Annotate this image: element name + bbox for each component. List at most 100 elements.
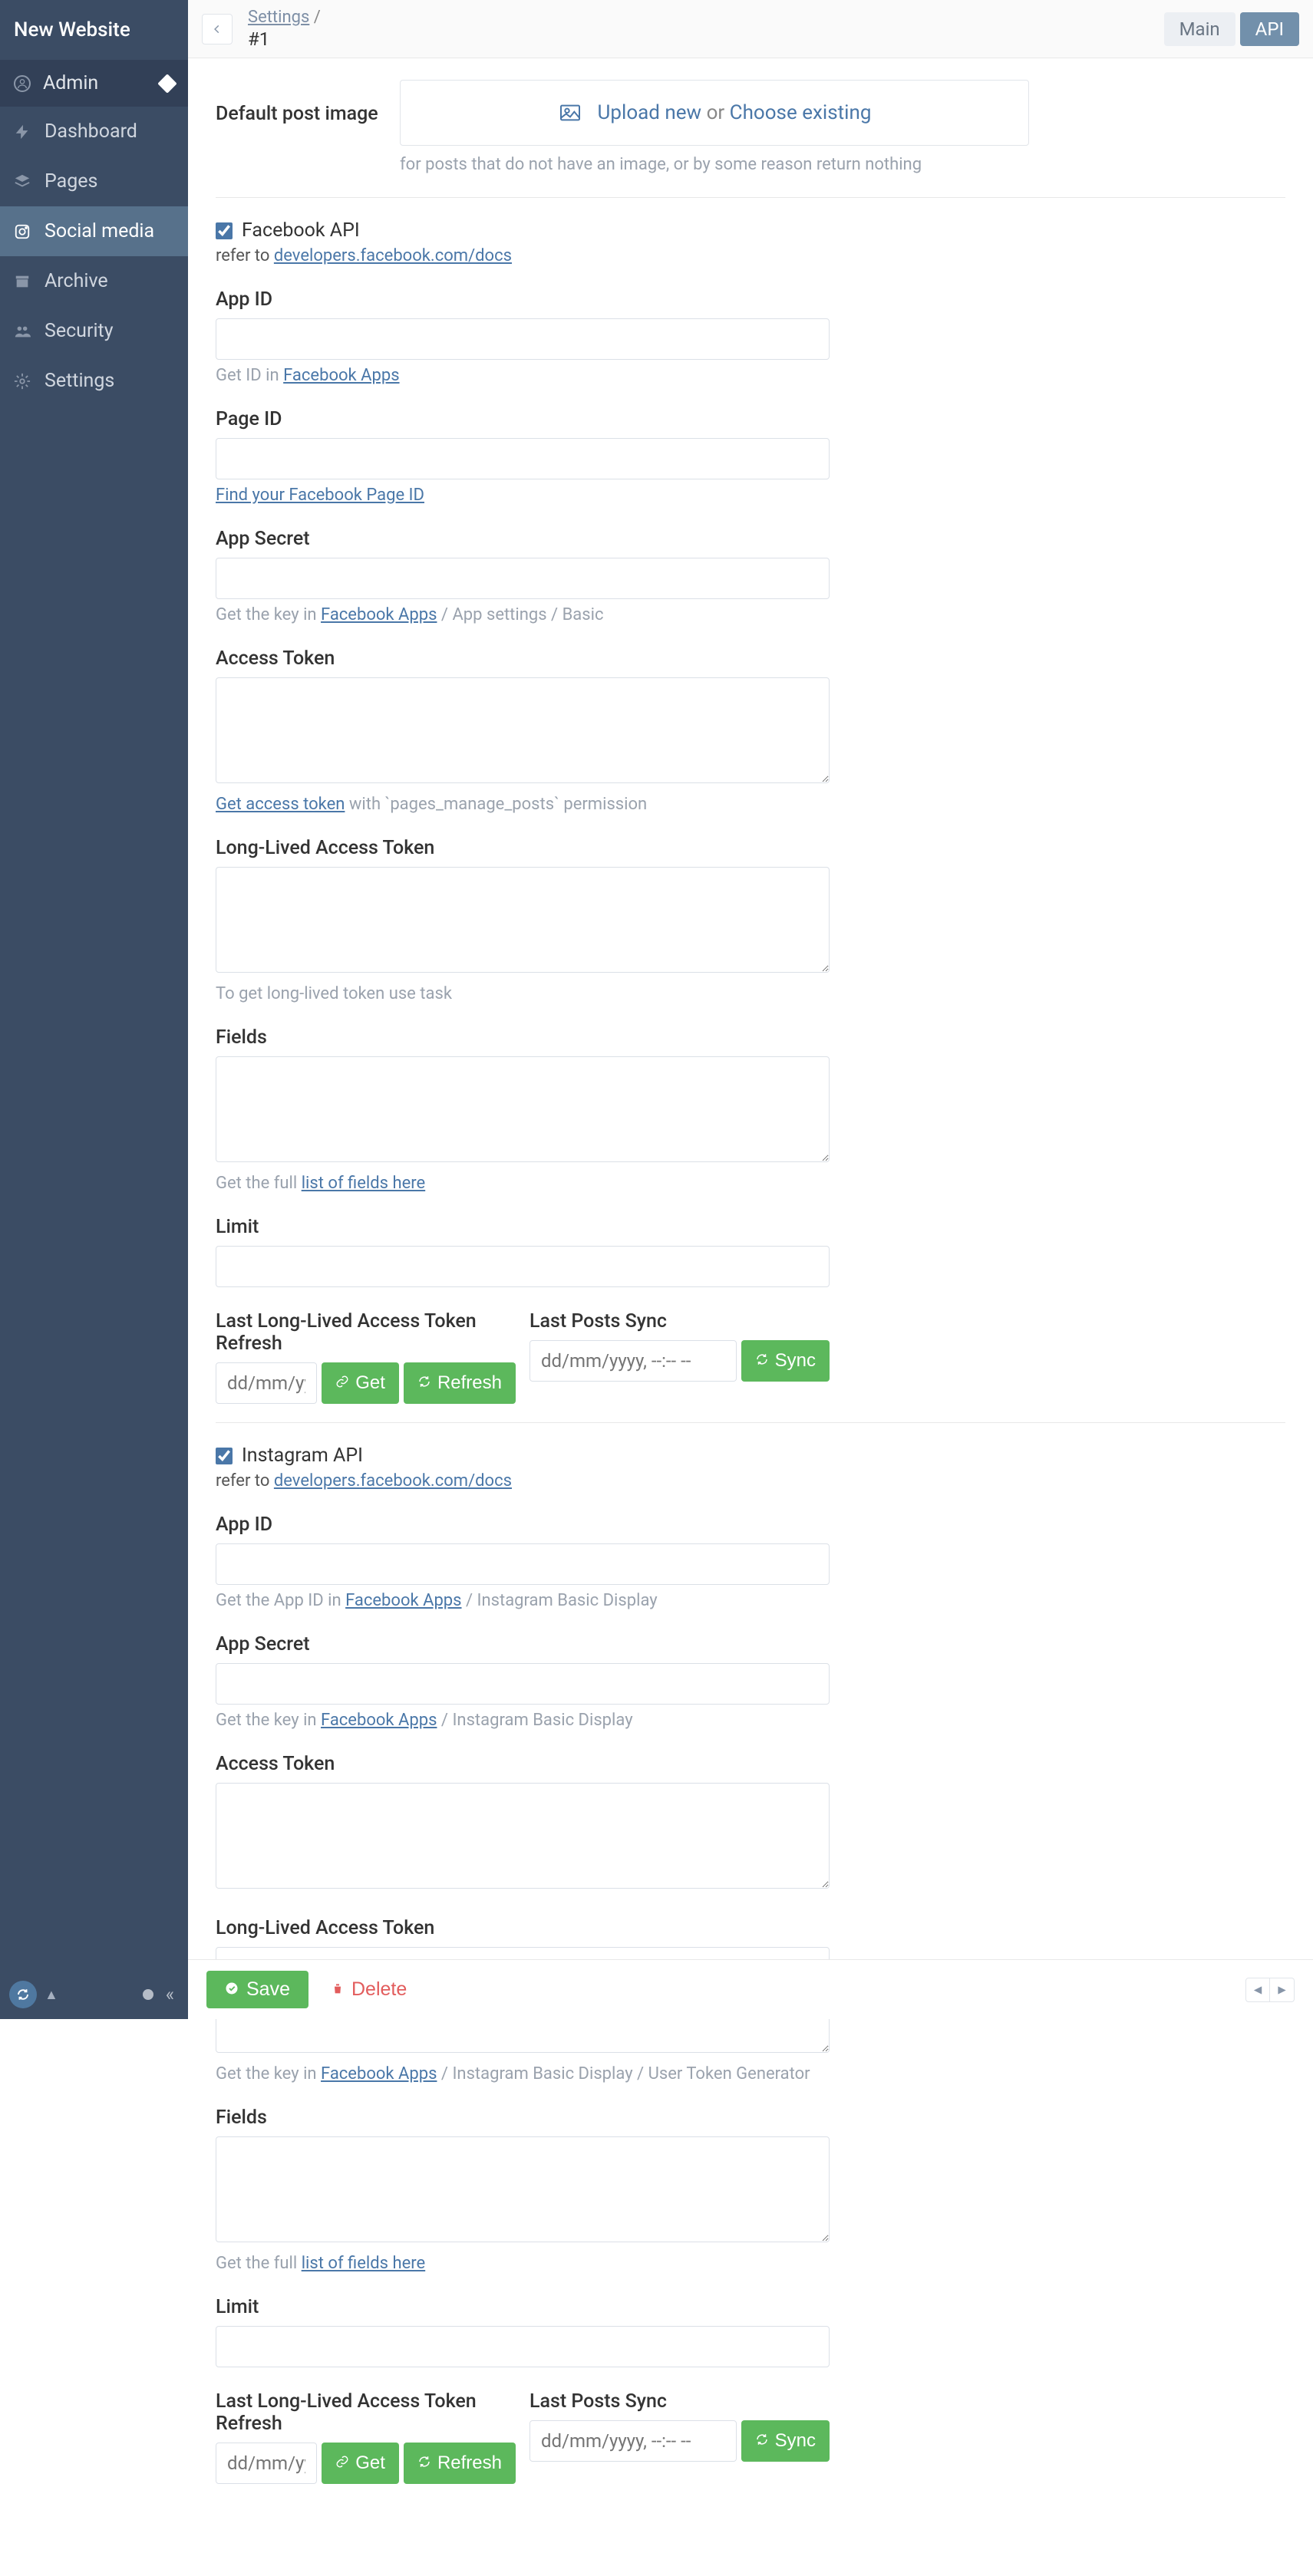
fb-posts-sync-input[interactable]	[529, 1340, 737, 1382]
ig-fields-input[interactable]	[216, 2136, 830, 2242]
refresh-icon	[417, 1372, 431, 1394]
topbar: Settings / #1 Main API	[188, 0, 1313, 58]
fb-app-id-input[interactable]	[216, 318, 830, 360]
user-diamond-icon	[157, 74, 176, 93]
user-icon	[14, 75, 31, 92]
instagram-api-checkbox[interactable]	[216, 1448, 233, 1464]
ig-token-refresh-input[interactable]	[216, 2443, 317, 2484]
ig-limit-input[interactable]	[216, 2326, 830, 2367]
ig-fb-apps-link[interactable]: Facebook Apps	[321, 1711, 437, 1730]
link-icon	[335, 2452, 349, 2474]
ig-refresh-button[interactable]: Refresh	[404, 2443, 516, 2484]
ig-access-token-input[interactable]	[216, 1783, 830, 1889]
fb-token-refresh-input[interactable]	[216, 1362, 317, 1404]
gear-icon	[14, 373, 31, 390]
ig-app-id-input[interactable]	[216, 1543, 830, 1585]
choose-existing-link[interactable]: Choose existing	[730, 101, 872, 124]
instagram-api-label[interactable]: Instagram API	[242, 1444, 363, 1467]
sidebar-item-label: Social media	[45, 220, 154, 242]
sidebar-item-settings[interactable]: Settings	[0, 356, 188, 406]
sidebar-item-label: Archive	[45, 270, 108, 292]
fb-limit-input[interactable]	[216, 1246, 830, 1287]
fb-limit-label: Limit	[216, 1216, 830, 1238]
facebook-api-checkbox[interactable]	[216, 222, 233, 239]
upload-new-link[interactable]: Upload new	[598, 101, 702, 124]
fb-refresh-button[interactable]: Refresh	[404, 1362, 516, 1404]
breadcrumb-current: #1	[248, 28, 321, 50]
tab-main[interactable]: Main	[1164, 12, 1235, 46]
status-dot-icon[interactable]	[143, 1989, 153, 2000]
people-icon	[14, 323, 31, 340]
image-icon	[558, 100, 582, 125]
default-post-image-hint: for posts that do not have an image, or …	[400, 155, 1029, 174]
caret-up-icon[interactable]: ▲	[45, 1987, 58, 2003]
fb-apps-link[interactable]: Facebook Apps	[283, 366, 399, 385]
fb-token-refresh-label: Last Long-Lived Access Token Refresh	[216, 1310, 516, 1355]
fb-app-secret-label: App Secret	[216, 528, 830, 550]
ig-get-button[interactable]: Get	[322, 2443, 399, 2484]
sidebar-item-social[interactable]: Social media	[0, 206, 188, 256]
sidebar-item-dashboard[interactable]: Dashboard	[0, 107, 188, 156]
fb-sync-row: Last Long-Lived Access Token Refresh Get…	[216, 1310, 830, 1404]
user-name: Admin	[43, 72, 160, 94]
fb-access-token-label: Access Token	[216, 647, 830, 670]
fb-long-token-label: Long-Lived Access Token	[216, 837, 830, 859]
fb-app-secret-input[interactable]	[216, 558, 830, 599]
breadcrumb-parent[interactable]: Settings	[248, 8, 309, 27]
divider	[216, 1422, 1285, 1423]
delete-button[interactable]: Delete	[316, 1971, 422, 2008]
ig-app-id-label: App ID	[216, 1514, 830, 1536]
ig-fields-link[interactable]: list of fields here	[302, 2254, 426, 2273]
fb-get-button[interactable]: Get	[322, 1362, 399, 1404]
pager-next-button[interactable]: ▶	[1270, 1978, 1295, 2002]
facebook-api-label[interactable]: Facebook API	[242, 219, 360, 242]
fb-access-token-input[interactable]	[216, 677, 830, 783]
fb-get-token-link[interactable]: Get access token	[216, 795, 345, 814]
fb-limit-group: Limit	[216, 1216, 830, 1287]
fb-fields-link[interactable]: list of fields here	[302, 1174, 426, 1193]
sidebar-item-label: Settings	[45, 370, 114, 392]
fb-fields-input[interactable]	[216, 1056, 830, 1162]
sync-icon	[755, 2430, 769, 2452]
ig-app-secret-label: App Secret	[216, 1633, 830, 1655]
ig-posts-sync-group: Last Posts Sync Sync	[529, 2390, 830, 2484]
facebook-docs-link[interactable]: developers.facebook.com/docs	[274, 246, 512, 265]
fb-long-token-hint: To get long-lived token use task	[216, 984, 830, 1003]
facebook-api-toggle-row: Facebook API	[216, 219, 1285, 242]
upload-or: or	[707, 101, 725, 124]
ig-app-secret-input[interactable]	[216, 1663, 830, 1705]
fb-apps-link[interactable]: Facebook Apps	[321, 605, 437, 624]
trash-icon	[332, 1978, 344, 2001]
tab-api[interactable]: API	[1240, 12, 1299, 46]
sidebar-item-archive[interactable]: Archive	[0, 256, 188, 306]
ig-access-token-group: Access Token	[216, 1753, 830, 1894]
fb-sync-button[interactable]: Sync	[741, 1340, 830, 1382]
ig-fb-apps-link[interactable]: Facebook Apps	[345, 1591, 461, 1610]
ig-sync-button[interactable]: Sync	[741, 2420, 830, 2462]
fb-access-token-group: Access Token Get access token with `page…	[216, 647, 830, 814]
ig-fields-group: Fields Get the full list of fields here	[216, 2107, 830, 2273]
sidebar: New Website Admin Dashboard Pages Social…	[0, 0, 188, 2019]
refresh-icon	[417, 2452, 431, 2474]
ig-long-token-label: Long-Lived Access Token	[216, 1917, 830, 1939]
fb-page-id-input[interactable]	[216, 438, 830, 479]
fb-long-token-input[interactable]	[216, 867, 830, 973]
bolt-icon	[14, 124, 31, 140]
back-button[interactable]	[202, 14, 233, 44]
save-button[interactable]: Save	[206, 1971, 308, 2008]
check-circle-icon	[225, 1978, 239, 2001]
fb-page-id-group: Page ID Find your Facebook Page ID	[216, 408, 830, 505]
sidebar-item-pages[interactable]: Pages	[0, 156, 188, 206]
sync-button[interactable]	[9, 1981, 37, 2008]
ig-fb-apps-link[interactable]: Facebook Apps	[321, 2064, 437, 2084]
fb-find-page-id-link[interactable]: Find your Facebook Page ID	[216, 486, 424, 505]
instagram-docs-link[interactable]: developers.facebook.com/docs	[274, 1471, 512, 1491]
sidebar-item-security[interactable]: Security	[0, 306, 188, 356]
instagram-icon	[14, 223, 31, 240]
pager-prev-button[interactable]: ◀	[1245, 1978, 1270, 2002]
tab-switch: Main API	[1164, 12, 1299, 46]
user-row[interactable]: Admin	[0, 60, 188, 107]
upload-box[interactable]: Upload new or Choose existing	[400, 80, 1029, 146]
collapse-sidebar-button[interactable]: «	[161, 1979, 179, 2010]
ig-posts-sync-input[interactable]	[529, 2420, 737, 2462]
